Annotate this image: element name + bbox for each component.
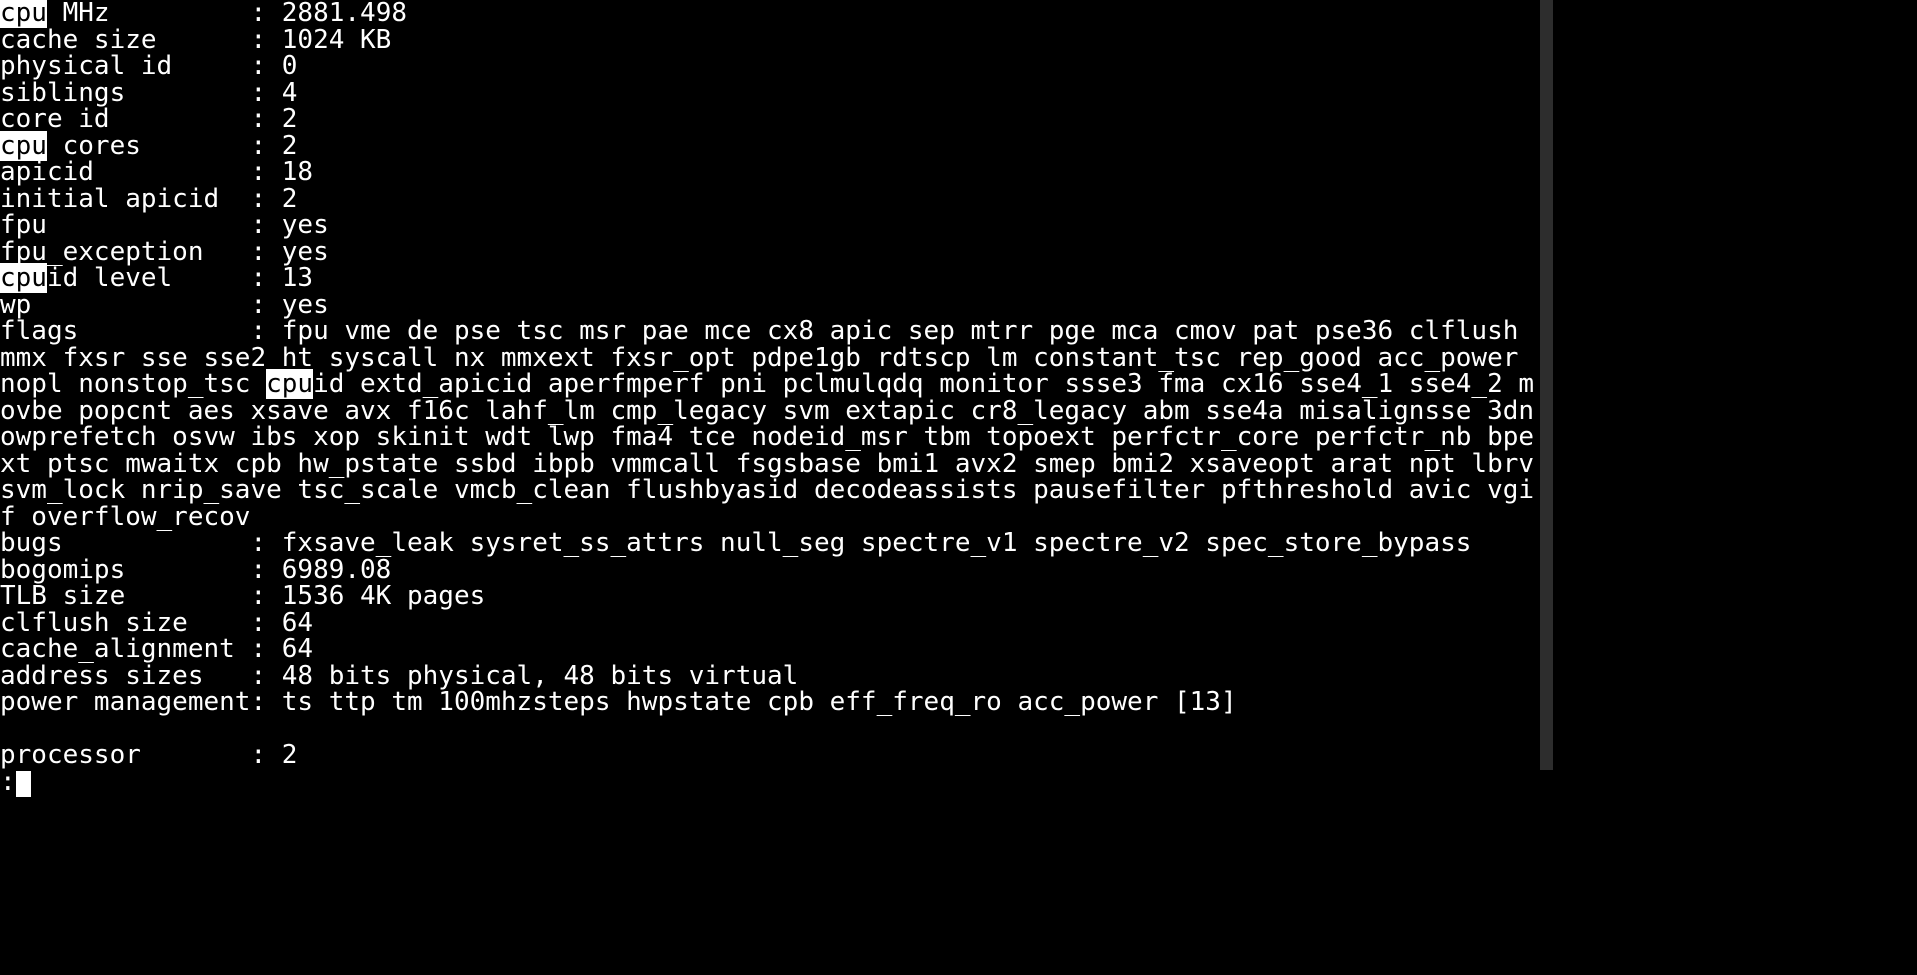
terminal-scrollbar-track[interactable] xyxy=(1540,0,1553,770)
terminal-output: cpu MHz : 2881.498 cache size : 1024 KB … xyxy=(0,0,1540,797)
pager-prompt[interactable]: : xyxy=(0,767,16,797)
terminal-cursor xyxy=(16,771,32,797)
search-highlight: cpu xyxy=(0,263,47,293)
search-highlight: cpu xyxy=(0,0,47,28)
terminal-scrollbar-thumb[interactable] xyxy=(1540,0,1553,770)
search-highlight: cpu xyxy=(266,369,313,399)
right-padding xyxy=(1553,0,1917,975)
search-highlight: cpu xyxy=(0,131,47,161)
